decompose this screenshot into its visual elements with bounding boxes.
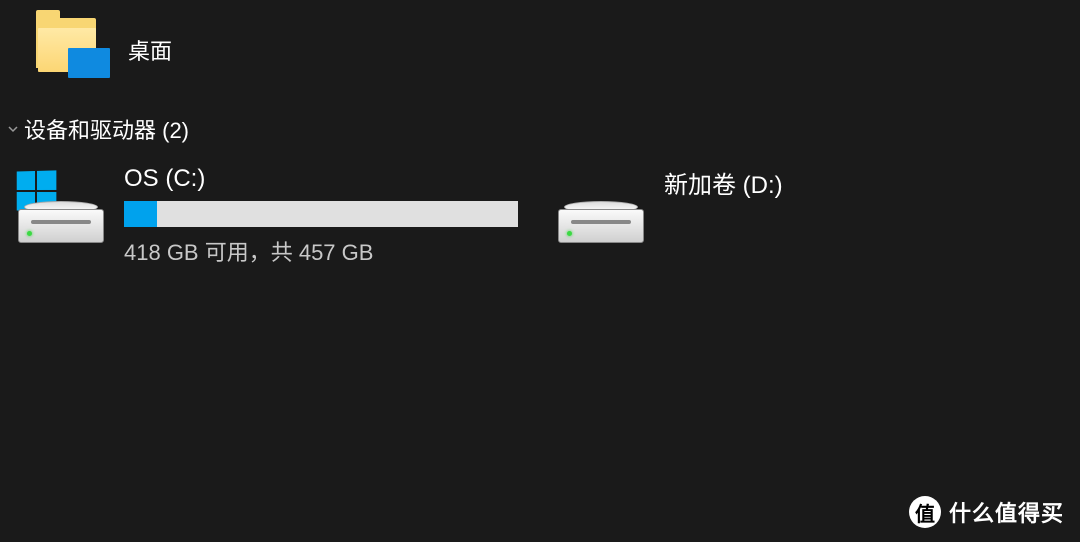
folder-desktop-icon xyxy=(36,18,106,82)
desktop-folder[interactable]: 桌面 xyxy=(36,18,172,82)
folder-label: 桌面 xyxy=(128,34,172,66)
drive-info: 新加卷 (D:) xyxy=(664,165,783,200)
drive-info: OS (C:) 418 GB 可用，共 457 GB xyxy=(124,165,518,267)
usage-text: 418 GB 可用，共 457 GB xyxy=(124,235,518,267)
section-title: 设备和驱动器 (2) xyxy=(24,113,189,145)
usage-bar xyxy=(124,201,518,227)
watermark-text: 什么值得买 xyxy=(949,496,1064,528)
drive-os-icon xyxy=(18,173,104,243)
drive-d[interactable]: 新加卷 (D:) xyxy=(558,165,783,267)
drive-c[interactable]: OS (C:) 418 GB 可用，共 457 GB xyxy=(18,165,518,267)
chevron-down-icon xyxy=(6,122,20,136)
usage-fill xyxy=(124,201,157,227)
drive-icon xyxy=(558,173,644,243)
drive-name: 新加卷 (D:) xyxy=(664,165,783,200)
drive-name: OS (C:) xyxy=(124,165,518,193)
devices-drives-header[interactable]: 设备和驱动器 (2) xyxy=(6,113,1080,145)
watermark-badge-icon: 值 xyxy=(909,496,941,528)
watermark: 值 什么值得买 xyxy=(909,496,1064,528)
